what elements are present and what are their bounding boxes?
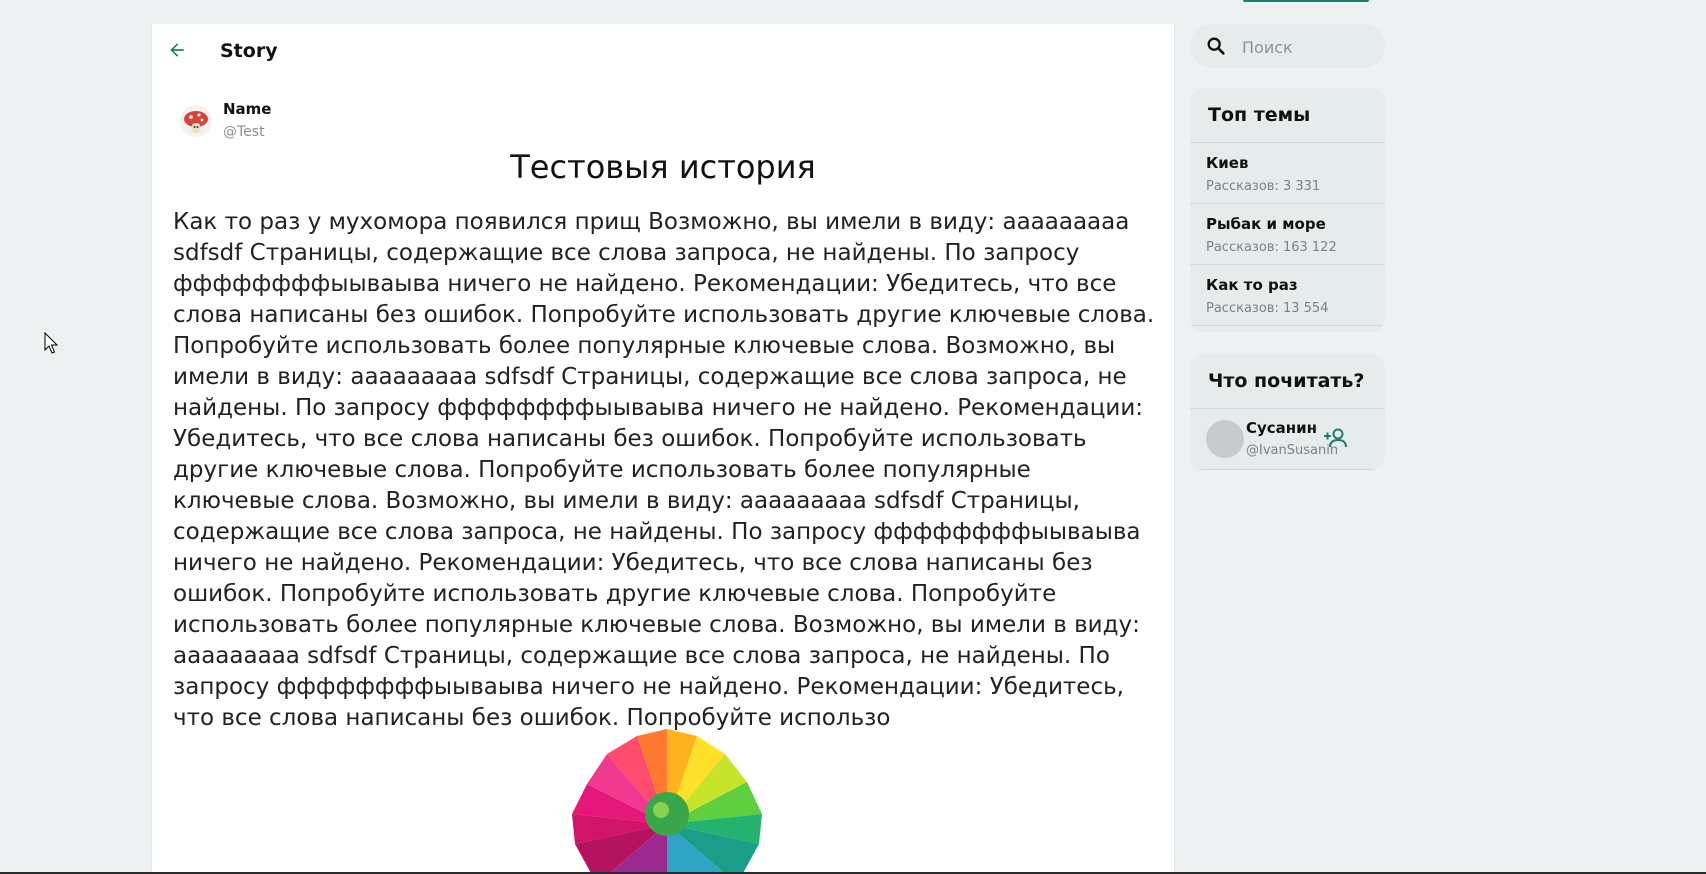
person-add-icon	[1324, 428, 1347, 448]
trend-name: Рыбак и море	[1206, 215, 1326, 233]
story-body: Как то раз у мухомора появился прищ Возм…	[173, 209, 1155, 731]
author-handle: @Test	[223, 124, 265, 140]
arrow-left-icon	[170, 43, 184, 57]
follow-button[interactable]	[1323, 426, 1349, 450]
author-name[interactable]: Name	[223, 100, 271, 118]
trend-item[interactable]: Рыбак и море Рассказов: 163 122	[1190, 204, 1385, 265]
story-title: Тестовыя история	[510, 148, 816, 186]
story-image-flower	[547, 724, 787, 874]
trend-name: Как то раз	[1206, 276, 1298, 294]
mushroom-avatar-icon	[180, 105, 212, 137]
trend-count: Рассказов: 163 122	[1206, 240, 1337, 255]
trend-item[interactable]: Киев Рассказов: 3 331	[1190, 143, 1385, 204]
user-name[interactable]: Сусанин	[1246, 419, 1317, 437]
what-to-read-panel: Что почитать? Сусанин @IvanSusanin	[1190, 354, 1385, 470]
trend-item[interactable]: Как то раз Рассказов: 13 554	[1190, 265, 1385, 326]
search-icon	[1207, 37, 1225, 55]
back-button[interactable]	[164, 37, 190, 63]
trend-name: Киев	[1206, 154, 1249, 172]
mouse-cursor-icon	[44, 332, 59, 354]
what-to-read-title: Что почитать?	[1190, 354, 1385, 409]
top-topics-panel: Топ темы Киев Рассказов: 3 331 Рыбак и м…	[1190, 88, 1385, 332]
top-accent-bar	[1243, 0, 1369, 2]
story-column: Story Name @Test Тестовыя история Как то…	[151, 24, 1175, 874]
author-avatar[interactable]	[180, 105, 212, 137]
story-header: Story	[152, 24, 1174, 78]
trend-count: Рассказов: 13 554	[1206, 301, 1329, 316]
page-title: Story	[220, 40, 278, 62]
search-input[interactable]	[1240, 34, 1374, 60]
search-box[interactable]	[1190, 24, 1385, 68]
top-topics-title: Топ темы	[1190, 88, 1385, 143]
user-avatar[interactable]	[1206, 420, 1244, 458]
trend-count: Рассказов: 3 331	[1206, 179, 1321, 194]
suggested-user[interactable]: Сусанин @IvanSusanin	[1190, 409, 1385, 470]
panel-footer	[1190, 326, 1385, 332]
